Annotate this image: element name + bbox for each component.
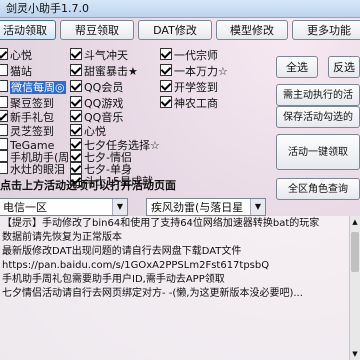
- tab-model-modify[interactable]: 模型修改: [216, 20, 288, 40]
- save-activity-selection-button[interactable]: 保存活动勾选的: [276, 106, 360, 128]
- checkbox-icon: [70, 110, 82, 122]
- activity-checkbox[interactable]: 斗气冲天: [70, 48, 128, 62]
- checkbox-icon: [0, 124, 8, 136]
- activity-checkbox[interactable]: 心悦: [70, 124, 106, 138]
- invert-selection-button[interactable]: 反选: [328, 56, 360, 78]
- checkbox-icon: [70, 150, 82, 162]
- activity-checkbox[interactable]: 新手礼包: [0, 110, 54, 124]
- tab-more-functions[interactable]: 更多功能: [292, 20, 360, 40]
- activity-checkbox[interactable]: 一代宗师: [160, 48, 218, 62]
- checkbox-icon: [0, 150, 8, 162]
- role-select[interactable]: 疾风劲雷(与落日星 ▼: [146, 198, 266, 216]
- checkbox-icon: [70, 64, 82, 76]
- one-click-claim-button[interactable]: 活动一键领取: [276, 134, 360, 170]
- chevron-down-icon: ▼: [250, 199, 265, 215]
- log-line: 数据前请先恢复为正常版本: [2, 232, 122, 243]
- log-line: 【提示】手动修改了bin64和使用了支持64位网络加速器转换bat的玩家: [2, 218, 320, 229]
- log-scrollbar[interactable]: ▲ ▼: [349, 216, 360, 360]
- activity-checkbox[interactable]: 一本万力☆: [160, 64, 228, 78]
- window-title: 剑灵小助手1.7.0: [0, 0, 360, 18]
- checkbox-icon: [70, 124, 82, 136]
- checkbox-icon: [0, 138, 8, 150]
- checkbox-icon: [70, 96, 82, 108]
- checkbox-icon: [160, 80, 172, 92]
- activity-checkbox[interactable]: 水灶的眼泪: [0, 162, 65, 176]
- checkbox-icon: [0, 64, 8, 76]
- need-main-activity-button[interactable]: 需主动执行的活: [276, 84, 360, 106]
- checkbox-icon: [70, 138, 82, 150]
- checkbox-icon: [70, 162, 82, 174]
- activity-checkbox[interactable]: 开学签到: [160, 80, 218, 94]
- log-line: 七夕情侣活动请自行去网页绑定对方- -(懒,为这更新版本没必要吧)...: [2, 288, 303, 299]
- select-all-button[interactable]: 全选: [276, 56, 318, 78]
- scroll-thumb[interactable]: [351, 232, 359, 272]
- activity-checkbox[interactable]: 微信每周◎: [0, 80, 66, 94]
- checkbox-icon: [160, 48, 172, 60]
- server-select[interactable]: 电信一区 ▼: [0, 198, 128, 216]
- activity-checkbox[interactable]: 甜蜜暴击★: [70, 64, 138, 78]
- log-output[interactable]: 【提示】手动修改了bin64和使用了支持64位网络加速器转换bat的玩家 数据前…: [0, 216, 350, 360]
- checkbox-icon: [160, 64, 172, 76]
- tab-bar: 活动领取 帮豆领取 DAT修改 模型修改 更多功能: [0, 18, 360, 42]
- checkbox-icon: [0, 80, 8, 92]
- activity-checkbox[interactable]: 猫站: [0, 64, 32, 78]
- activity-checkbox[interactable]: 心悦: [0, 48, 32, 62]
- checkbox-icon: [0, 110, 8, 122]
- activity-checkbox[interactable]: QQ会员: [70, 80, 123, 94]
- activity-checkbox[interactable]: 聚豆签到: [0, 96, 54, 110]
- activity-checkbox[interactable]: QQ音乐: [70, 110, 123, 124]
- activity-checkbox[interactable]: 灵芝签到: [0, 124, 54, 138]
- all-region-role-query-button[interactable]: 全区角色查询: [276, 178, 360, 200]
- log-line: 手机助手周礼包需要助手用户ID,需手动去APP领取: [2, 274, 225, 285]
- checkbox-icon: [0, 96, 8, 108]
- log-line: https://pan.baidu.com/s/1GOxA2PPSLm2Fst6…: [2, 260, 270, 271]
- checkbox-icon: [70, 48, 82, 60]
- scroll-up-icon[interactable]: ▲: [350, 216, 360, 228]
- tab-bean-claim[interactable]: 帮豆领取: [60, 20, 134, 40]
- checkbox-icon: [160, 96, 172, 108]
- chevron-down-icon: ▼: [112, 199, 127, 215]
- tab-activity-claim[interactable]: 活动领取: [0, 20, 56, 40]
- log-line: 最新版修改DAT出现问题的请自行去网盘下载DAT文件: [2, 246, 242, 257]
- activity-checkbox[interactable]: 神农工商: [160, 96, 218, 110]
- activity-hint: 点击上方活动选项可以打开活动页面: [0, 179, 176, 192]
- scroll-down-icon[interactable]: ▼: [350, 348, 360, 360]
- tab-dat-modify[interactable]: DAT修改: [138, 20, 212, 40]
- checkbox-icon: [70, 80, 82, 92]
- activity-checkbox[interactable]: QQ游戏: [70, 96, 123, 110]
- checkbox-icon: [0, 48, 8, 60]
- checkbox-icon: [0, 162, 8, 174]
- activity-checklist: 心悦 猫站 微信每周◎ 聚豆签到 新手礼包 灵芝签到 TeGame 手机助手(周…: [0, 44, 270, 188]
